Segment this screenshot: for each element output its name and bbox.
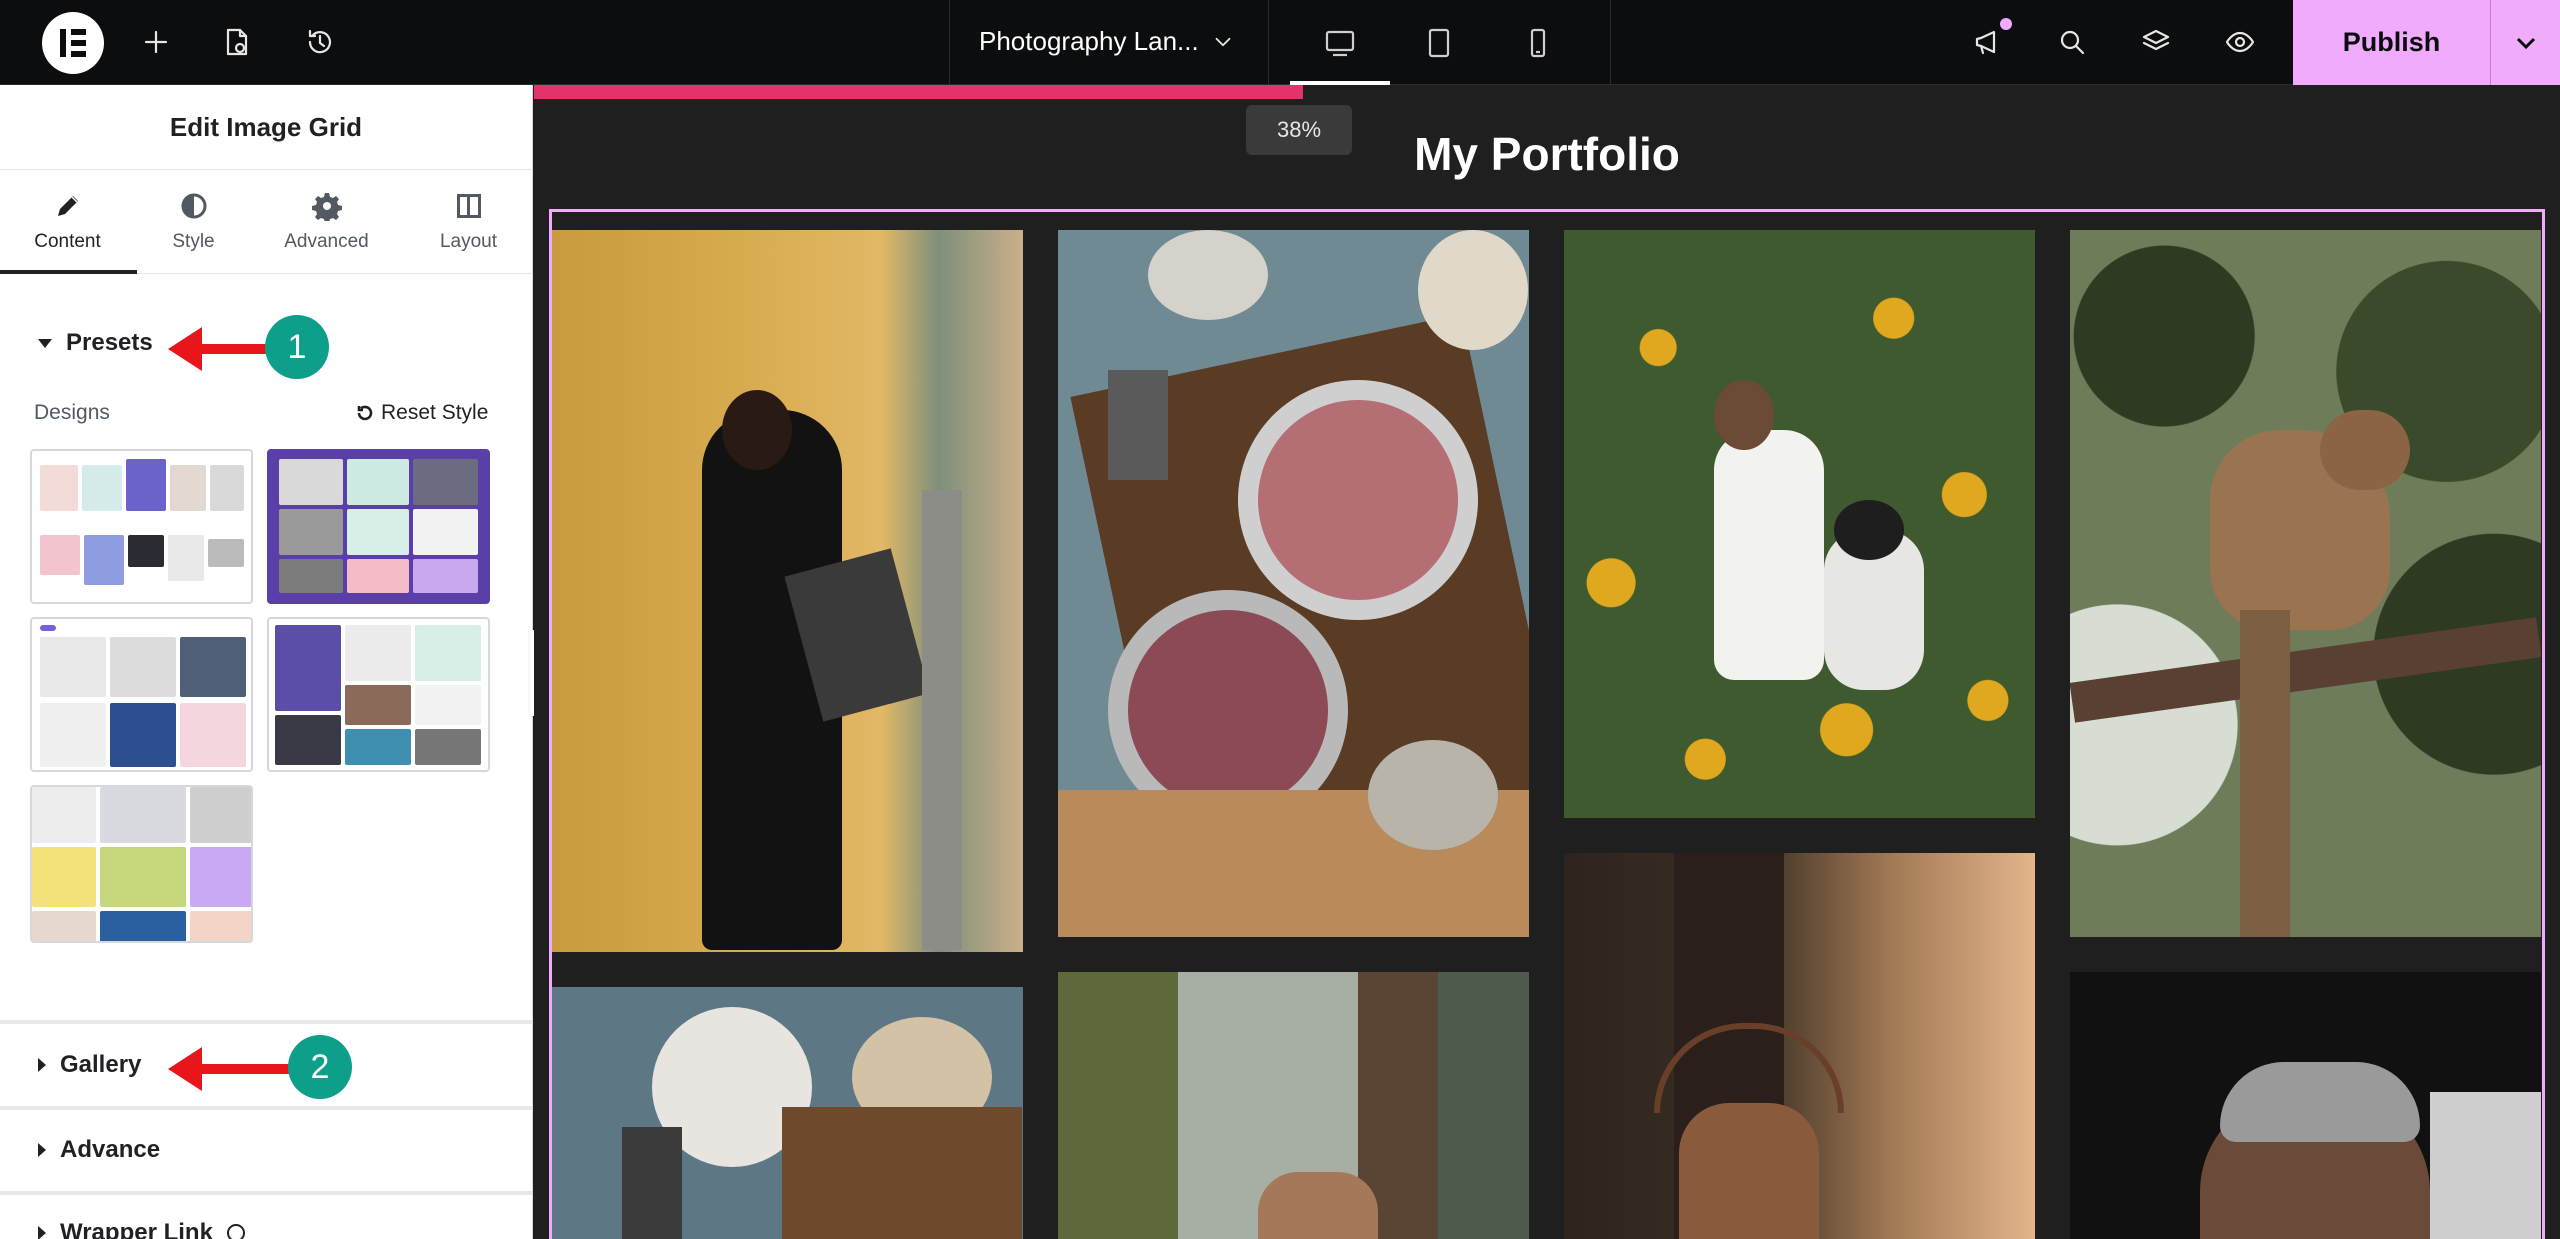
tab-advanced[interactable]: Advanced (259, 170, 394, 274)
caret-right-icon (38, 1058, 46, 1072)
preset-design-5[interactable] (30, 785, 253, 943)
elderly-man-portrait[interactable] (2070, 972, 2541, 1239)
mobile-icon (1530, 28, 1546, 57)
history-icon (308, 29, 332, 54)
caret-down-icon (38, 338, 52, 348)
section-label: Wrapper Link (60, 1219, 213, 1239)
portfolio-heading[interactable]: My Portfolio (534, 127, 2560, 181)
eye-icon (2225, 31, 2255, 53)
section-divider (0, 1191, 532, 1195)
wrapper-link-section-toggle[interactable]: Wrapper Link (38, 1219, 245, 1239)
notification-dot (2000, 18, 2012, 30)
publish-options-button[interactable] (2490, 0, 2560, 85)
page-settings-icon (226, 28, 248, 56)
tab-label: Layout (439, 231, 498, 252)
section-label: Gallery (60, 1051, 142, 1078)
preset-design-1[interactable] (30, 449, 253, 604)
pencil-icon (57, 196, 78, 216)
preview-button[interactable] (2220, 22, 2260, 62)
history-button[interactable] (300, 22, 340, 62)
page-settings-button[interactable] (216, 22, 256, 62)
tab-content[interactable]: Content (0, 170, 137, 274)
deer-in-forest[interactable] (1058, 972, 1529, 1239)
tab-label: Content (34, 231, 101, 252)
annotation-badge-1: 1 (265, 315, 329, 379)
stag-in-forest[interactable] (1564, 853, 2035, 1239)
woman-in-black-dress-alley[interactable] (552, 230, 1023, 952)
panel-tabs: Content Style Advanced Layout (0, 170, 532, 274)
divider (949, 0, 950, 85)
search-button[interactable] (2052, 22, 2092, 62)
designs-label: Designs (34, 401, 110, 424)
smoothie-bowls-overhead[interactable] (552, 987, 1023, 1239)
page-menu-button[interactable] (1203, 22, 1243, 62)
top-bar: Photography Lan... Publish (0, 0, 2560, 85)
tablet-view-button[interactable] (1389, 0, 1489, 85)
panel-title: Edit Image Grid (0, 85, 532, 170)
caret-right-icon (38, 1226, 46, 1239)
preset-design-4[interactable] (267, 617, 490, 772)
advance-section-toggle[interactable]: Advance (38, 1136, 160, 1164)
presets-section-toggle[interactable]: Presets (38, 329, 153, 357)
preset-design-3[interactable] (30, 617, 253, 772)
section-label: Advance (60, 1136, 161, 1163)
editor-panel: Edit Image Grid Content Style Advanced L… (0, 85, 533, 1239)
tab-label: Style (172, 231, 215, 252)
preset-design-2-selected[interactable] (267, 449, 490, 604)
half-circle-icon (181, 193, 206, 219)
megaphone-icon (1975, 30, 1996, 55)
divider (1268, 0, 1269, 85)
annotation-badge-2: 2 (288, 1035, 352, 1099)
plus-icon (144, 30, 168, 54)
annotation-arrow (196, 344, 270, 354)
publish-button[interactable]: Publish (2293, 0, 2490, 85)
couple-in-sunflower-field[interactable] (1564, 230, 2035, 818)
page-title: Photography Lan... (979, 26, 1199, 56)
editor-canvas: 38% My Portfolio (534, 85, 2560, 1239)
coati-in-tree[interactable] (2070, 230, 2541, 937)
annotation-arrow (196, 1064, 292, 1074)
elementor-logo-icon[interactable] (42, 12, 104, 74)
tablet-icon (1428, 28, 1450, 57)
desktop-icon (1325, 30, 1355, 56)
gallery-section-toggle[interactable]: Gallery (38, 1051, 141, 1079)
layers-icon (2142, 29, 2170, 51)
tab-style[interactable]: Style (126, 170, 261, 274)
layout-icon (456, 194, 481, 218)
reset-style-button[interactable]: Reset Style (355, 401, 488, 425)
loading-progress-bar (534, 85, 1303, 99)
tab-label: Advanced (284, 231, 369, 252)
section-divider (0, 1020, 532, 1024)
divider (1610, 0, 1611, 85)
search-icon (2060, 30, 2085, 55)
caret-right-icon (38, 1143, 46, 1157)
add-element-button[interactable] (136, 22, 176, 62)
smoothie-bowls-overhead[interactable] (1058, 230, 1529, 937)
page-title-dropdown[interactable]: Photography Lan... (979, 26, 1199, 57)
section-divider (0, 1106, 532, 1110)
desktop-view-button[interactable] (1290, 0, 1390, 85)
chevron-down-icon (1215, 37, 1231, 47)
structure-button[interactable] (2136, 22, 2176, 62)
chevron-down-icon (2516, 37, 2535, 49)
reset-icon (357, 405, 373, 421)
reset-style-label: Reset Style (381, 401, 489, 424)
gear-icon (311, 193, 342, 221)
publish-label: Publish (2342, 27, 2441, 57)
presets-heading: Presets (66, 329, 153, 356)
pro-badge-icon (226, 1224, 245, 1239)
mobile-view-button[interactable] (1488, 0, 1588, 85)
tab-layout[interactable]: Layout (401, 170, 532, 274)
